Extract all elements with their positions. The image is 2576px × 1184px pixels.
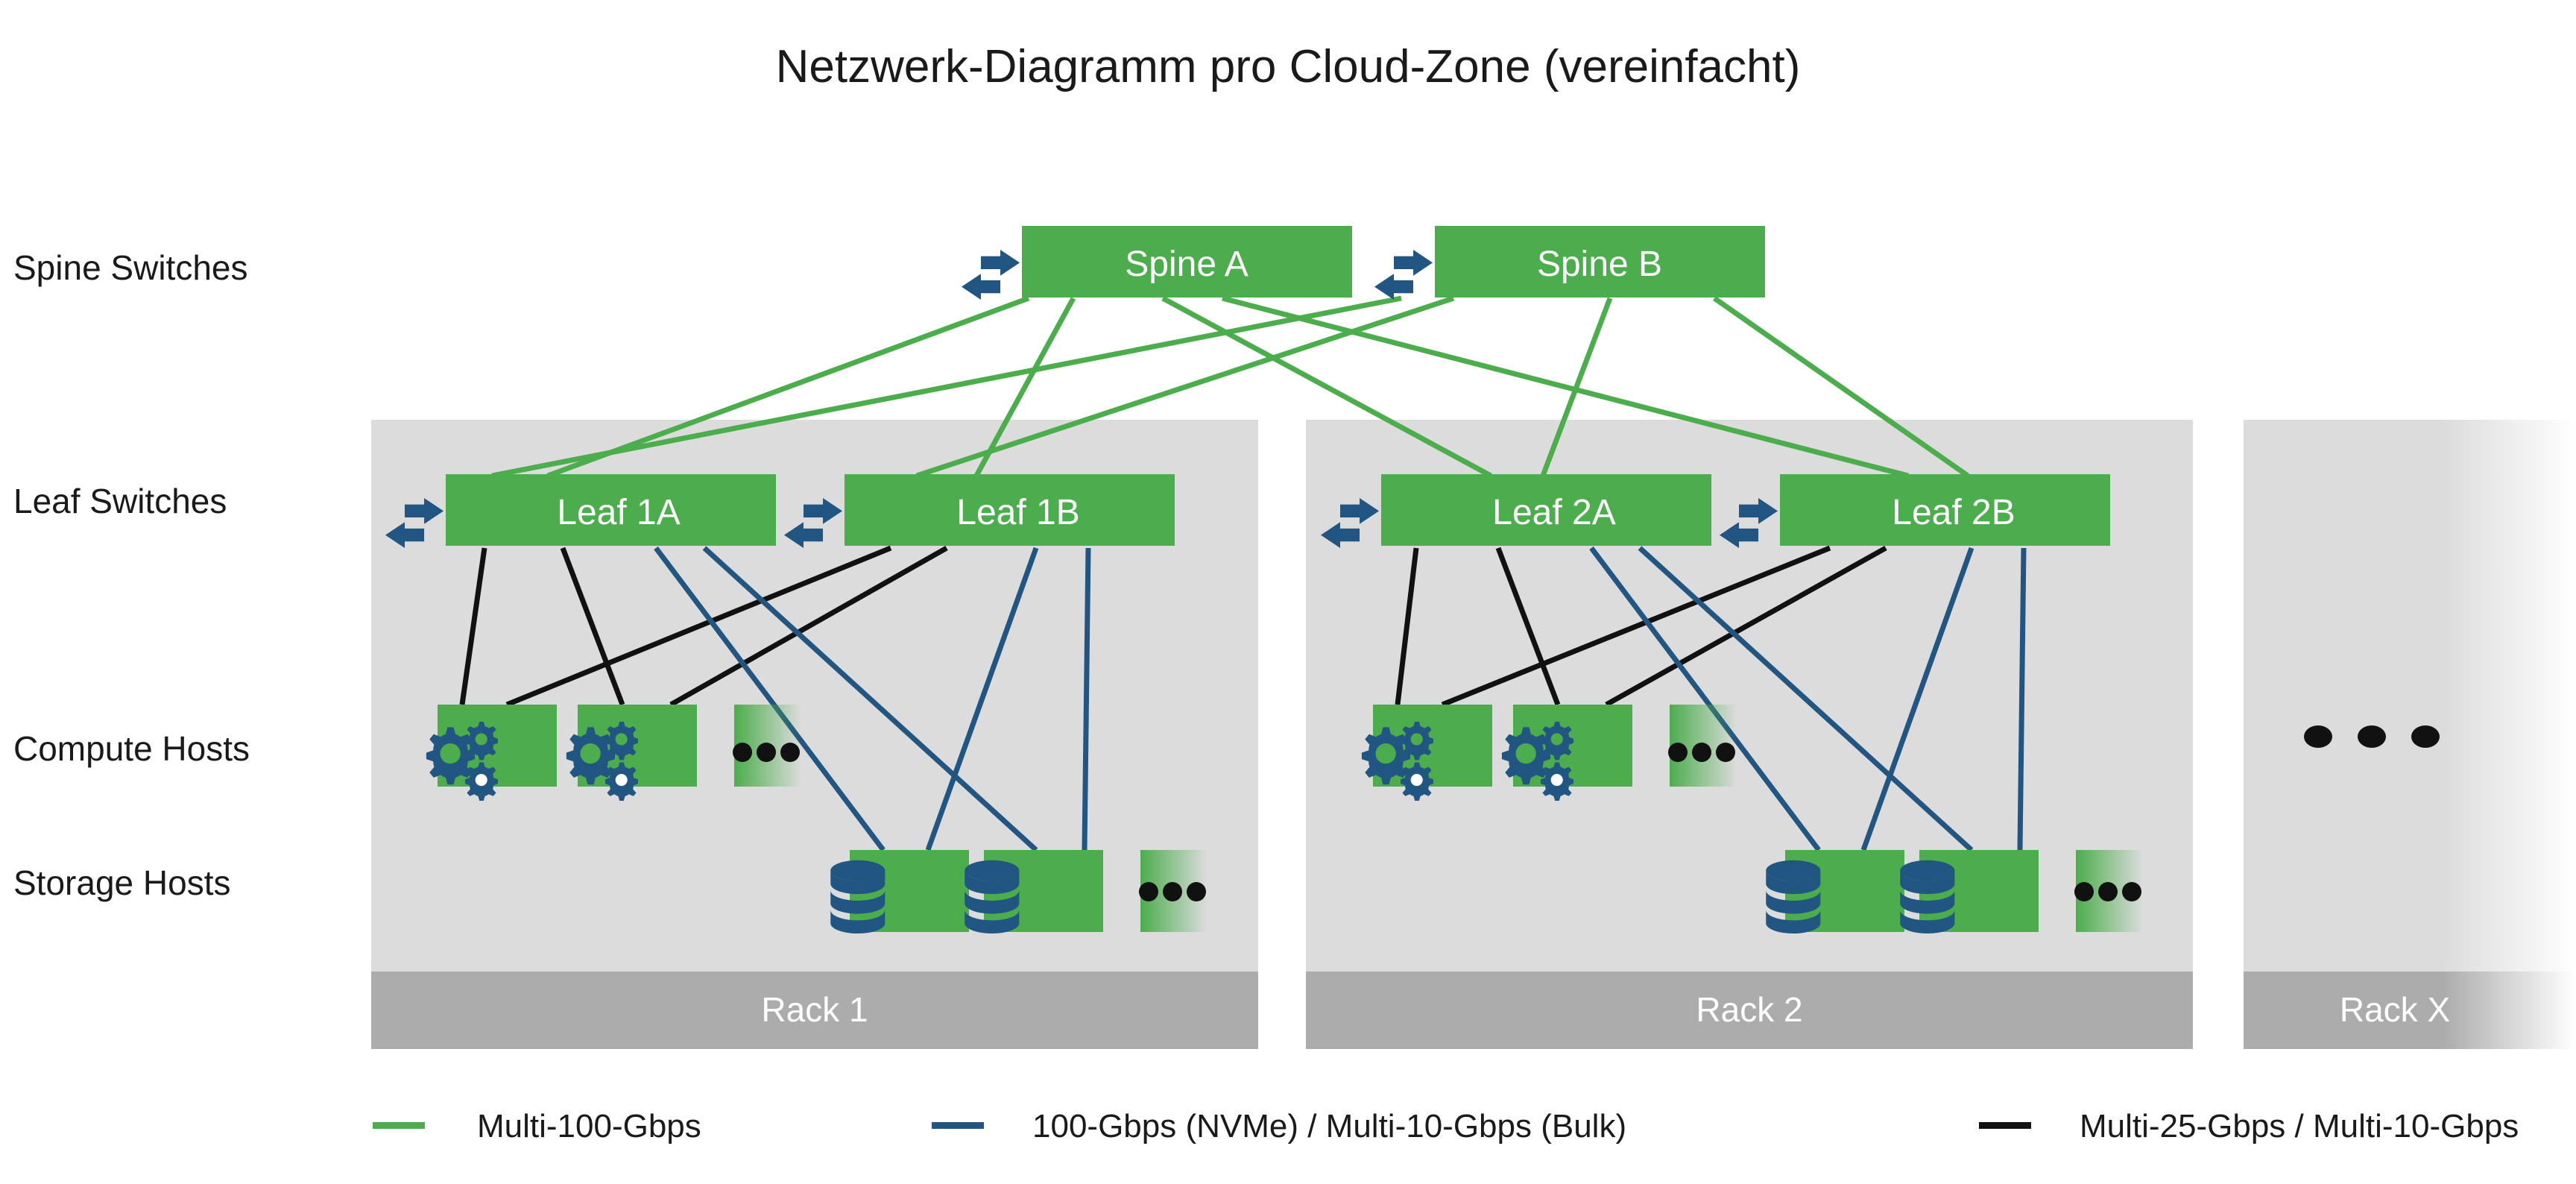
ellipsis-icon xyxy=(1668,743,1735,762)
compute-1-1[interactable] xyxy=(426,705,557,801)
page-title: Netzwerk-Diagramm pro Cloud-Zone (verein… xyxy=(776,41,1801,92)
compute-1-more xyxy=(733,705,801,787)
storage-2-2[interactable] xyxy=(1900,850,2039,934)
legend-label-nvme-bulk: 100-Gbps (NVMe) / Multi-10-Gbps (Bulk) xyxy=(1032,1108,1626,1144)
compute-2-2[interactable] xyxy=(1501,705,1632,801)
row-label-leaf: Leaf Switches xyxy=(13,482,227,520)
legend-swatch-green xyxy=(373,1122,425,1129)
compute-2-more xyxy=(1668,705,1737,787)
legend-label-multi-25-gbps: Multi-25-Gbps / Multi-10-Gbps xyxy=(2080,1108,2519,1144)
legend: Multi-100-Gbps 100-Gbps (NVMe) / Multi-1… xyxy=(373,1108,2519,1144)
storage-1-2[interactable] xyxy=(965,850,1103,934)
storage-1-more xyxy=(1139,850,1208,932)
row-label-compute: Compute Hosts xyxy=(13,729,250,768)
storage-2-more xyxy=(2074,850,2143,932)
ellipsis-icon xyxy=(1139,882,1206,901)
rack-x-label: Rack X xyxy=(2340,990,2450,1029)
leaf-2a-label: Leaf 2A xyxy=(1492,493,1615,532)
leaf-1b-label: Leaf 1B xyxy=(956,493,1079,532)
compute-1-2[interactable] xyxy=(566,705,697,801)
legend-label-multi-100-gbps: Multi-100-Gbps xyxy=(477,1108,701,1144)
link-leaf1B-storage1-2 xyxy=(1082,547,1091,851)
row-label-spine: Spine Switches xyxy=(13,248,248,287)
legend-swatch-black xyxy=(1979,1122,2031,1129)
rack-1-label: Rack 1 xyxy=(761,990,868,1029)
rack-x[interactable]: Rack X xyxy=(2244,420,2576,1049)
spine-b-label: Spine B xyxy=(1537,245,1662,284)
storage-1-1[interactable] xyxy=(830,850,969,934)
network-diagram-canvas: Netzwerk-Diagramm pro Cloud-Zone (verein… xyxy=(0,0,2576,1184)
rack-x-body xyxy=(2244,420,2576,972)
rack-2-label: Rack 2 xyxy=(1696,990,1802,1029)
legend-swatch-blue xyxy=(932,1122,984,1129)
legend-item-nvme-bulk: 100-Gbps (NVMe) / Multi-10-Gbps (Bulk) xyxy=(932,1108,1626,1144)
link-leaf2B-storage2-2 xyxy=(2017,547,2027,851)
leaf-2b-label: Leaf 2B xyxy=(1892,493,2015,532)
leaf-1a-label: Leaf 1A xyxy=(557,493,680,532)
ellipsis-icon xyxy=(2074,882,2141,901)
row-label-storage: Storage Hosts xyxy=(13,863,230,902)
rack-x-ellipsis-icon xyxy=(2304,725,2440,748)
ellipsis-icon xyxy=(733,743,800,762)
spine-a-label: Spine A xyxy=(1125,245,1248,284)
compute-2-1[interactable] xyxy=(1361,705,1492,801)
storage-2-1[interactable] xyxy=(1766,850,1904,934)
